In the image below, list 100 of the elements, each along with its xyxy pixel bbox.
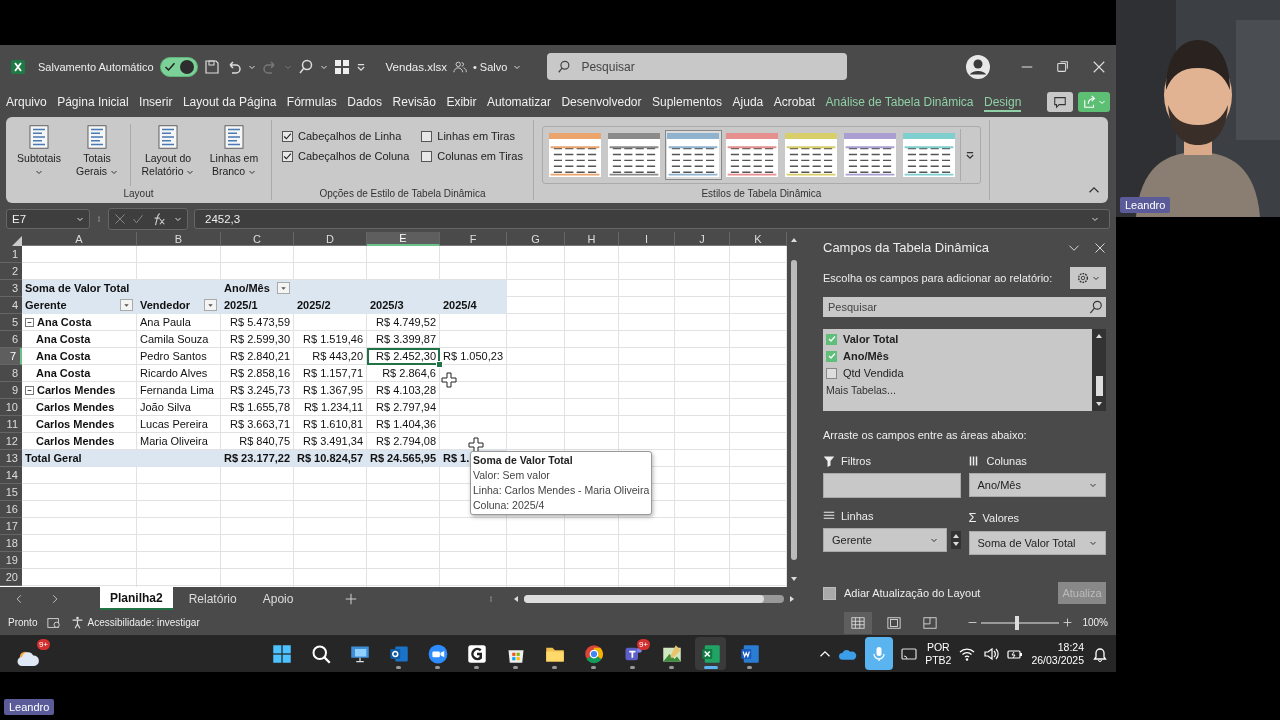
checkbox[interactable] — [826, 367, 837, 379]
row-number[interactable]: 13 — [0, 450, 22, 467]
grid-icon[interactable] — [333, 58, 350, 75]
list-scrollbar[interactable] — [1092, 329, 1106, 411]
add-sheet-icon[interactable] — [345, 592, 358, 605]
table-style-swatch[interactable] — [900, 130, 958, 180]
row-number[interactable]: 12 — [0, 433, 22, 450]
spin-buttons[interactable] — [950, 531, 961, 549]
ribbon-tab[interactable]: Dados — [347, 91, 383, 112]
ribbon-button[interactable]: Totais Gerais — [70, 120, 124, 180]
input-language[interactable]: POR PTB2 — [925, 640, 952, 667]
area-field[interactable]: Soma de Valor Total — [968, 531, 1106, 555]
checkbox[interactable] — [421, 130, 433, 142]
name-box[interactable]: E7 — [6, 208, 90, 229]
column-header[interactable]: D — [294, 232, 367, 246]
checkbox-option[interactable]: Cabeçalhos de Linha — [282, 130, 410, 142]
fill-handle[interactable] — [436, 361, 443, 368]
slider-thumb[interactable] — [1014, 615, 1019, 630]
column-header[interactable]: I — [619, 232, 675, 246]
column-header[interactable]: F — [440, 232, 507, 246]
column-header[interactable]: A — [22, 232, 137, 246]
restore-icon[interactable] — [1056, 59, 1070, 74]
row-number[interactable]: 17 — [0, 518, 22, 535]
table-style-swatch[interactable] — [723, 130, 781, 180]
row-number[interactable]: 9 — [0, 382, 22, 399]
scroll-thumb[interactable] — [1095, 376, 1103, 396]
value-cell[interactable]: R$ 2.452,30 — [367, 348, 440, 365]
ribbon-button[interactable]: Subtotais — [12, 120, 66, 180]
ribbon-button[interactable]: Linhas em Branco — [203, 120, 265, 180]
collapse-icon[interactable] — [25, 317, 34, 327]
row-number[interactable]: 6 — [0, 331, 22, 348]
customize-caret-icon[interactable] — [355, 61, 366, 72]
table-style-swatch[interactable] — [841, 130, 899, 180]
avatar-icon[interactable] — [966, 54, 990, 79]
sheet-tab[interactable]: Apoio — [252, 587, 304, 610]
view-button[interactable] — [844, 611, 873, 634]
filter-dropdown-button[interactable] — [204, 299, 217, 311]
row-number[interactable]: 3 — [0, 280, 22, 297]
row-number[interactable]: 4 — [0, 297, 22, 314]
row-number[interactable]: 5 — [0, 314, 22, 331]
row-number[interactable]: 8 — [0, 365, 22, 382]
comments-button[interactable] — [1047, 91, 1073, 112]
microphone-button[interactable] — [865, 637, 894, 670]
field-item[interactable]: Valor Total — [826, 333, 1089, 345]
cast-icon[interactable] — [901, 645, 918, 662]
row-number[interactable]: 18 — [0, 535, 22, 552]
table-style-swatch[interactable] — [546, 130, 604, 180]
ribbon-tab[interactable]: Revisão — [392, 91, 436, 112]
checkbox-option[interactable]: Cabeçalhos de Coluna — [282, 150, 410, 162]
row-number[interactable]: 19 — [0, 552, 22, 569]
save-icon[interactable] — [203, 58, 220, 75]
prev-sheet-icon[interactable] — [14, 593, 24, 604]
row-number[interactable]: 10 — [0, 399, 22, 416]
accessibility-status[interactable]: Acessibilidade: investigar — [87, 617, 200, 628]
column-header[interactable]: J — [675, 232, 730, 246]
checkbox[interactable] — [282, 130, 293, 142]
column-header[interactable]: G — [507, 232, 565, 246]
checkbox[interactable] — [282, 150, 293, 162]
row-number[interactable]: 20 — [0, 569, 22, 586]
ribbon-button[interactable]: Layout do Relatório — [137, 120, 199, 180]
ribbon-tab[interactable]: Layout da Página — [182, 91, 277, 112]
ribbon-tab[interactable]: Design — [984, 91, 1022, 112]
ribbon-tab[interactable]: Automatizar — [486, 91, 551, 112]
ribbon-tab[interactable]: Inserir — [139, 91, 173, 112]
column-header[interactable]: K — [730, 232, 787, 246]
search-field[interactable]: Pesquisar — [547, 53, 848, 80]
search-field[interactable]: Pesquisar — [823, 297, 1106, 317]
row-number[interactable]: 2 — [0, 263, 22, 280]
row-number[interactable]: 7 — [0, 348, 22, 365]
row-number[interactable]: 1 — [0, 246, 22, 263]
ribbon-tab[interactable]: Ajuda — [732, 91, 764, 112]
ribbon-tab[interactable]: Página Inicial — [57, 91, 129, 112]
filter-dropdown-button[interactable] — [120, 299, 133, 311]
area-field[interactable]: Gerente — [823, 528, 947, 552]
volume-icon[interactable] — [983, 645, 1000, 662]
checkbox[interactable] — [421, 150, 433, 162]
ribbon-tab[interactable]: Desenvolvedor — [561, 91, 642, 112]
row-number[interactable]: 16 — [0, 501, 22, 518]
sheet-tab[interactable]: Planilha2 — [100, 587, 173, 610]
row-number[interactable]: 11 — [0, 416, 22, 433]
scroll-thumb[interactable] — [790, 259, 797, 560]
share-button[interactable] — [1078, 91, 1110, 112]
next-sheet-icon[interactable] — [50, 593, 60, 604]
ribbon-tab[interactable]: Fórmulas — [286, 91, 337, 112]
ribbon-tab[interactable]: Suplementos — [652, 91, 723, 112]
autosave-toggle[interactable] — [159, 56, 198, 77]
taskbar-app[interactable]: 9+ — [617, 637, 648, 670]
file-name[interactable]: Vendas.xlsx — [385, 60, 447, 73]
ribbon-tab[interactable]: Arquivo — [6, 91, 47, 112]
more-tables-link[interactable]: Mais Tabelas... — [826, 384, 1089, 396]
table-style-swatch[interactable] — [782, 130, 840, 180]
column-header[interactable]: B — [137, 232, 221, 246]
notification-bell-icon[interactable] — [1092, 645, 1108, 662]
row-number[interactable]: 14 — [0, 467, 22, 484]
sheet-tab[interactable]: Relatório — [178, 587, 247, 610]
zoom-level[interactable]: 100% — [1082, 617, 1108, 628]
table-style-swatch[interactable] — [605, 130, 663, 180]
column-header[interactable]: E — [367, 232, 440, 246]
save-status[interactable]: • Salvo — [472, 60, 508, 73]
checkbox[interactable] — [826, 333, 837, 345]
